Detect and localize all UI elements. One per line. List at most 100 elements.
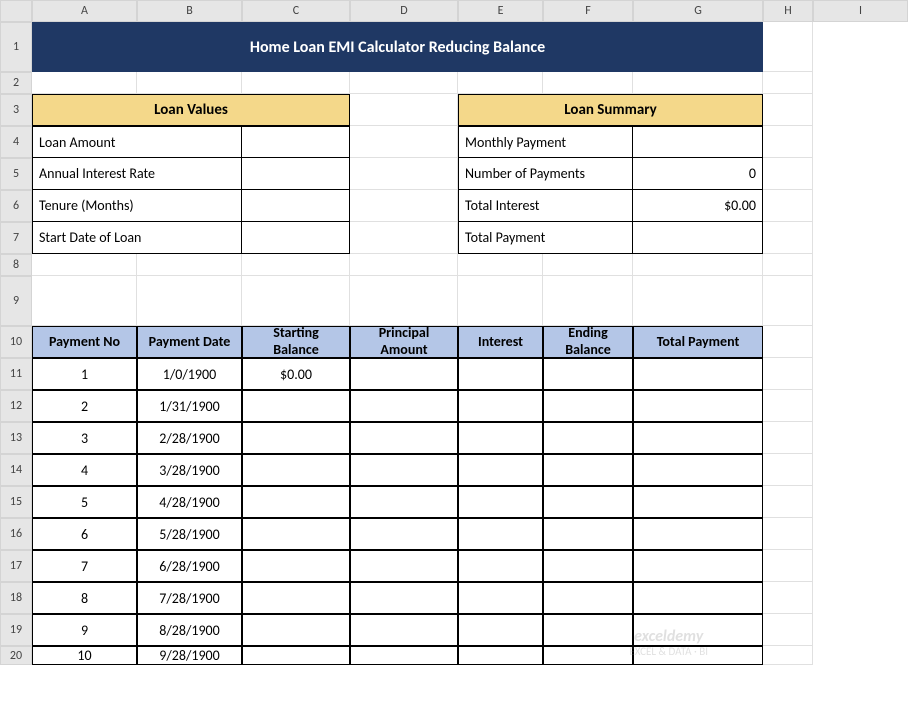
schedule-total[interactable] (633, 454, 763, 486)
schedule-interest[interactable] (458, 454, 543, 486)
cell[interactable] (350, 276, 458, 326)
schedule-date[interactable]: 9/28/1900 (137, 646, 242, 665)
cell[interactable] (763, 254, 813, 276)
cell[interactable] (137, 72, 242, 94)
schedule-interest[interactable] (458, 486, 543, 518)
cell[interactable] (633, 254, 763, 276)
schedule-no[interactable]: 2 (32, 390, 137, 422)
row-header-11[interactable]: 11 (0, 358, 32, 390)
cell[interactable] (763, 94, 813, 126)
cell[interactable] (32, 72, 137, 94)
loan-summary-value[interactable]: $0.00 (633, 190, 763, 222)
schedule-ending[interactable] (543, 454, 633, 486)
cell[interactable] (458, 254, 543, 276)
schedule-start[interactable] (242, 646, 350, 665)
schedule-ending[interactable] (543, 486, 633, 518)
cell[interactable] (763, 190, 813, 222)
schedule-date[interactable]: 8/28/1900 (137, 614, 242, 646)
schedule-start[interactable] (242, 550, 350, 582)
schedule-no[interactable]: 9 (32, 614, 137, 646)
cell[interactable] (543, 72, 633, 94)
schedule-date[interactable]: 3/28/1900 (137, 454, 242, 486)
cell[interactable] (763, 358, 813, 390)
cell[interactable] (763, 276, 813, 326)
cell[interactable] (763, 454, 813, 486)
schedule-total[interactable] (633, 358, 763, 390)
loan-summary-value[interactable]: 0 (633, 158, 763, 190)
loan-summary-value[interactable] (633, 222, 763, 254)
cell[interactable] (763, 550, 813, 582)
schedule-ending[interactable] (543, 422, 633, 454)
cell[interactable] (137, 276, 242, 326)
schedule-no[interactable]: 3 (32, 422, 137, 454)
schedule-start[interactable] (242, 614, 350, 646)
cell[interactable] (633, 276, 763, 326)
schedule-interest[interactable] (458, 646, 543, 665)
schedule-ending[interactable] (543, 358, 633, 390)
row-header-14[interactable]: 14 (0, 454, 32, 486)
col-header-A[interactable]: A (32, 0, 137, 22)
cell[interactable] (350, 222, 458, 254)
cell[interactable] (763, 126, 813, 158)
cell[interactable] (350, 254, 458, 276)
schedule-interest[interactable] (458, 614, 543, 646)
row-header-20[interactable]: 20 (0, 646, 32, 665)
schedule-principal[interactable] (350, 550, 458, 582)
schedule-date[interactable]: 6/28/1900 (137, 550, 242, 582)
cell[interactable] (350, 94, 458, 126)
schedule-date[interactable]: 7/28/1900 (137, 582, 242, 614)
col-header-D[interactable]: D (350, 0, 458, 22)
cell[interactable] (543, 276, 633, 326)
schedule-date[interactable]: 5/28/1900 (137, 518, 242, 550)
col-header-H[interactable]: H (763, 0, 813, 22)
schedule-principal[interactable] (350, 454, 458, 486)
row-header-2[interactable]: 2 (0, 72, 32, 94)
schedule-principal[interactable] (350, 614, 458, 646)
row-header-15[interactable]: 15 (0, 486, 32, 518)
cell[interactable] (350, 158, 458, 190)
col-header-G[interactable]: G (633, 0, 763, 22)
schedule-date[interactable]: 2/28/1900 (137, 422, 242, 454)
schedule-principal[interactable] (350, 486, 458, 518)
schedule-no[interactable]: 6 (32, 518, 137, 550)
schedule-interest[interactable] (458, 422, 543, 454)
row-header-6[interactable]: 6 (0, 190, 32, 222)
schedule-total[interactable] (633, 550, 763, 582)
schedule-principal[interactable] (350, 358, 458, 390)
schedule-ending[interactable] (543, 646, 633, 665)
row-header-1[interactable]: 1 (0, 22, 32, 72)
row-header-9[interactable]: 9 (0, 276, 32, 326)
col-header-B[interactable]: B (137, 0, 242, 22)
loan-summary-value[interactable] (633, 126, 763, 158)
cell[interactable] (763, 326, 813, 358)
cell[interactable] (763, 582, 813, 614)
cell[interactable] (350, 126, 458, 158)
schedule-no[interactable]: 1 (32, 358, 137, 390)
schedule-ending[interactable] (543, 614, 633, 646)
col-header-C[interactable]: C (242, 0, 350, 22)
row-header-3[interactable]: 3 (0, 94, 32, 126)
schedule-total[interactable] (633, 422, 763, 454)
cell[interactable] (242, 254, 350, 276)
schedule-date[interactable]: 4/28/1900 (137, 486, 242, 518)
schedule-principal[interactable] (350, 646, 458, 665)
cell[interactable] (32, 276, 137, 326)
cell[interactable] (763, 22, 813, 72)
loan-values-value[interactable] (242, 190, 350, 222)
schedule-total[interactable] (633, 486, 763, 518)
row-header-16[interactable]: 16 (0, 518, 32, 550)
schedule-interest[interactable] (458, 582, 543, 614)
schedule-interest[interactable] (458, 518, 543, 550)
schedule-principal[interactable] (350, 422, 458, 454)
schedule-no[interactable]: 10 (32, 646, 137, 665)
schedule-total[interactable] (633, 390, 763, 422)
schedule-ending[interactable] (543, 550, 633, 582)
schedule-interest[interactable] (458, 550, 543, 582)
schedule-start[interactable] (242, 518, 350, 550)
col-header-E[interactable]: E (458, 0, 543, 22)
loan-values-value[interactable] (242, 222, 350, 254)
schedule-no[interactable]: 5 (32, 486, 137, 518)
cell[interactable] (763, 614, 813, 646)
schedule-start[interactable] (242, 582, 350, 614)
schedule-principal[interactable] (350, 518, 458, 550)
